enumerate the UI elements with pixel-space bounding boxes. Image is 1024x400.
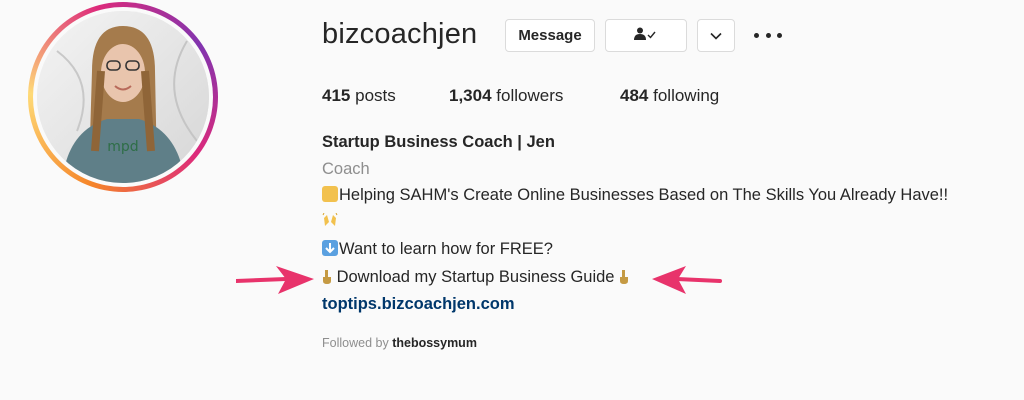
chevron-down-icon xyxy=(710,27,722,44)
followers-stat[interactable]: 1,304 followers xyxy=(449,86,563,106)
annotation-arrow-left xyxy=(236,266,314,294)
bio-line-1: Helping SAHM's Create Online Businesses … xyxy=(322,186,948,205)
pointing-down-emoji xyxy=(614,268,629,286)
follow-check-icon xyxy=(634,27,658,45)
woman-technologist-emoji xyxy=(322,186,338,202)
posts-stat[interactable]: 415 posts xyxy=(322,86,396,106)
bio-line-3: Download my Startup Business Guide xyxy=(322,268,629,287)
suggested-dropdown-button[interactable] xyxy=(697,19,735,52)
down-arrow-emoji xyxy=(322,240,338,256)
full-name: Startup Business Coach | Jen xyxy=(322,133,555,151)
raising-hands-emoji xyxy=(322,212,338,230)
svg-text:mpd: mpd xyxy=(107,139,138,155)
category-label: Coach xyxy=(322,160,370,178)
username: bizcoachjen xyxy=(322,18,478,50)
annotation-arrow-right xyxy=(652,266,722,294)
following-stat[interactable]: 484 following xyxy=(620,86,719,106)
following-button[interactable] xyxy=(605,19,687,52)
story-ring[interactable]: mpd xyxy=(28,2,218,192)
profile-page: mpd bizcoachjen Message 415 posts 1,304 … xyxy=(0,0,1024,400)
followed-by-text[interactable]: Followed by thebossymum xyxy=(322,336,477,350)
avatar[interactable]: mpd xyxy=(37,11,209,183)
bio-line-2: Want to learn how for FREE? xyxy=(322,240,553,259)
bio-link[interactable]: toptips.bizcoachjen.com xyxy=(322,295,515,314)
message-button[interactable]: Message xyxy=(505,19,595,52)
avatar-photo: mpd xyxy=(37,11,209,183)
more-options-icon[interactable] xyxy=(754,27,782,43)
pointing-down-emoji xyxy=(322,268,337,286)
